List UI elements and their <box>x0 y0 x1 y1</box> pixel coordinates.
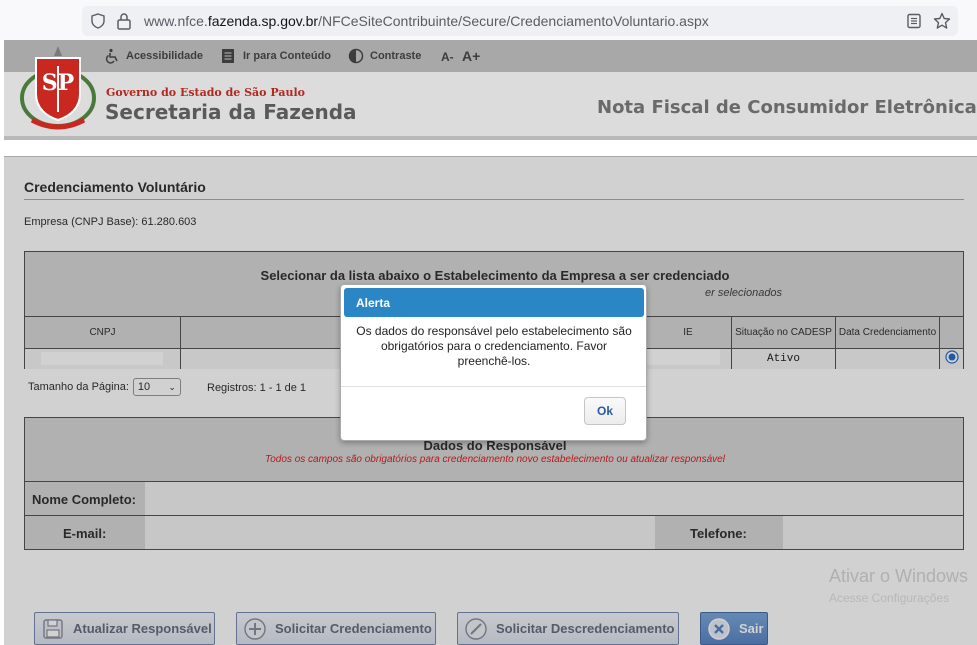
dialog-divider <box>341 386 646 387</box>
secretaria-title: Secretaria da Fazenda <box>105 100 357 124</box>
government-line: Governo do Estado de São Paulo <box>106 86 305 99</box>
accessibility-link[interactable]: Acessibilidade <box>104 48 203 64</box>
nfce-title: Nota Fiscal de Consumidor Eletrônica <box>597 97 977 118</box>
font-increase-button[interactable]: A+ <box>462 48 480 64</box>
windows-activation-watermark: Ativar o Windows <box>829 566 969 586</box>
sp-coat-of-arms-logo[interactable]: SP <box>18 44 98 132</box>
font-decrease-button[interactable]: A- <box>441 50 454 64</box>
bookmark-star-icon[interactable] <box>933 12 951 34</box>
shield-icon[interactable] <box>90 13 106 33</box>
site-header: Acessibilidade Ir para Conteúdo Contrast… <box>4 40 977 136</box>
contrast-icon <box>348 48 364 64</box>
contrast-toggle[interactable]: Contraste <box>348 48 421 64</box>
dialog-title: Alerta <box>344 288 644 317</box>
header-divider <box>4 136 977 140</box>
skip-to-content-link[interactable]: Ir para Conteúdo <box>221 48 331 64</box>
accessibility-bar: Acessibilidade Ir para Conteúdo Contrast… <box>4 40 977 72</box>
url-text: www.nfce.fazenda.sp.gov.br/NFCeSiteContr… <box>144 13 709 29</box>
reader-view-icon[interactable] <box>906 13 922 33</box>
alert-dialog: Alerta Os dados do responsável pelo esta… <box>340 284 647 441</box>
ok-button[interactable]: Ok <box>584 397 626 425</box>
lock-icon[interactable] <box>116 12 132 34</box>
dialog-message: Os dados do responsável pelo estabelecim… <box>356 324 632 368</box>
browser-toolbar: www.nfce.fazenda.sp.gov.br/NFCeSiteContr… <box>0 0 977 40</box>
windows-activation-subtext: Acesse Configurações <box>829 591 950 605</box>
wheelchair-icon <box>104 48 120 64</box>
address-bar[interactable]: www.nfce.fazenda.sp.gov.br/NFCeSiteContr… <box>82 6 958 36</box>
document-icon <box>221 48 237 64</box>
